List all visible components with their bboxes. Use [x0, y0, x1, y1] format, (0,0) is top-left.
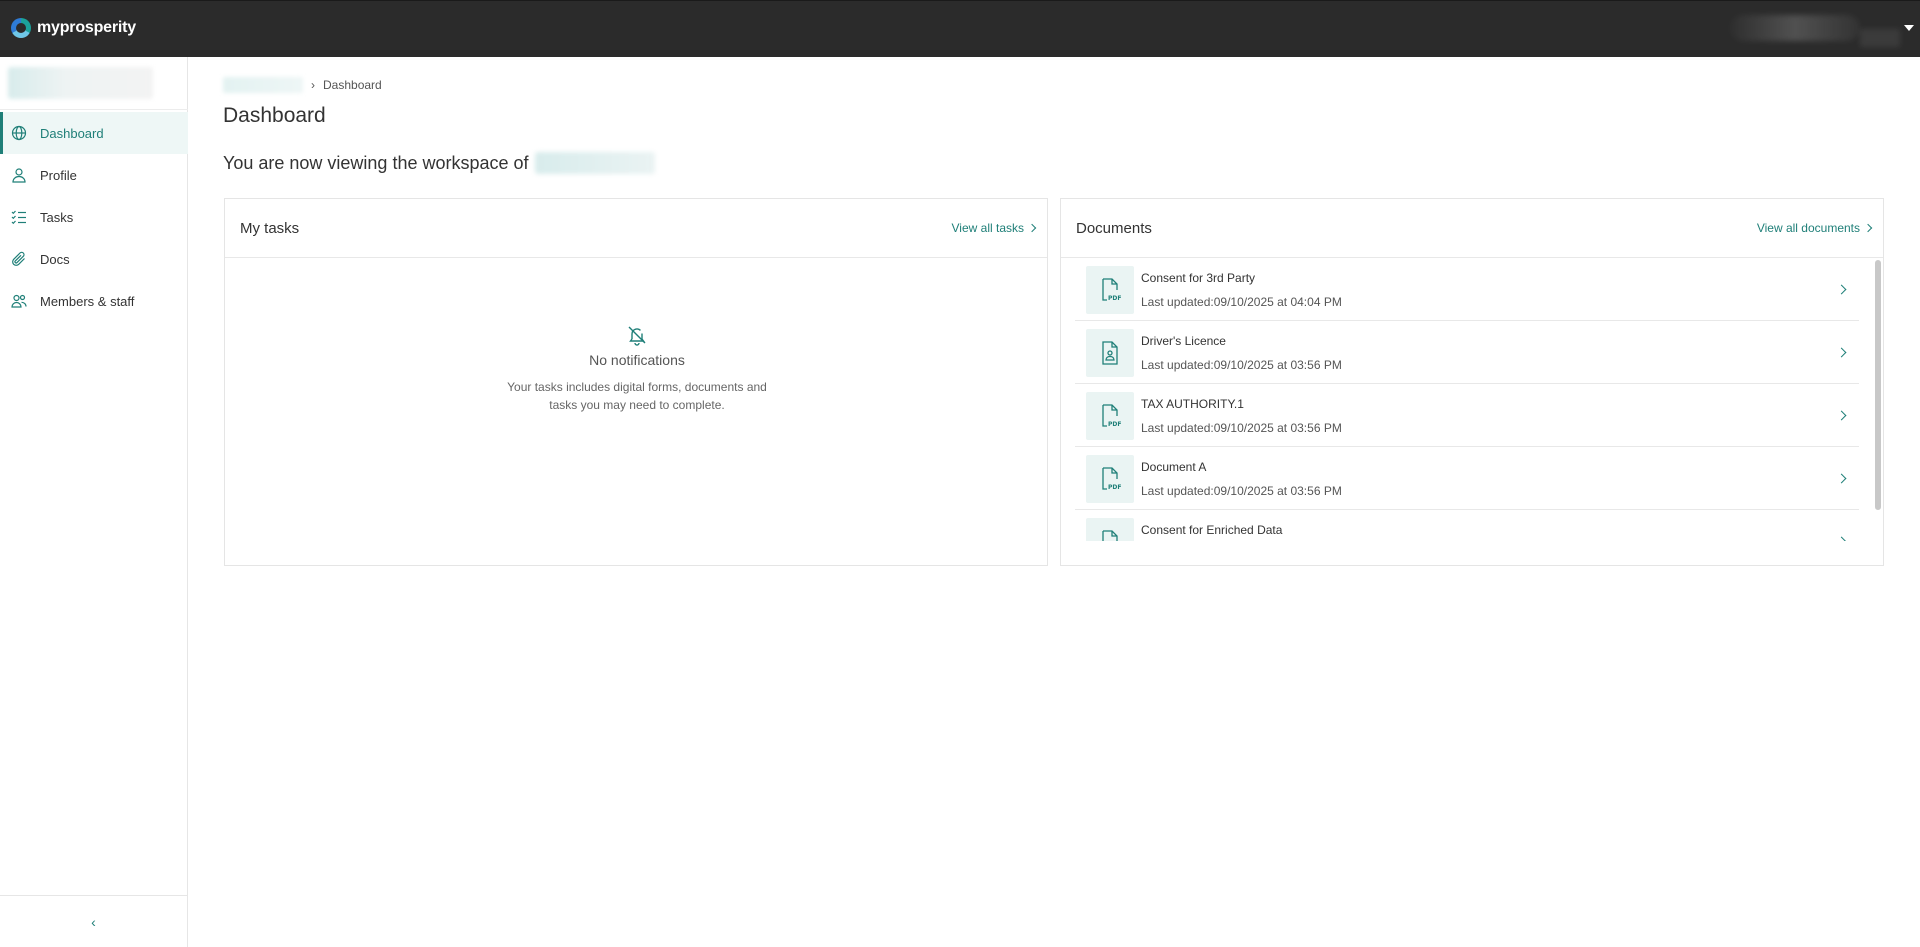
view-all-tasks-label: View all tasks — [951, 221, 1024, 235]
sidebar-item-label: Dashboard — [40, 125, 104, 141]
chevron-left-icon: ‹ — [91, 913, 96, 930]
users-icon — [11, 293, 27, 309]
document-name: Consent for Enriched Data — [1141, 523, 1283, 537]
chevron-right-icon — [1836, 536, 1847, 541]
view-all-tasks-link[interactable]: View all tasks — [951, 221, 1037, 235]
logo-icon — [11, 18, 31, 38]
main-content: › Dashboard Dashboard You are now viewin… — [188, 57, 1920, 947]
document-name: Consent for 3rd Party — [1141, 271, 1256, 285]
workspace-notice: You are now viewing the workspace of — [223, 152, 655, 174]
user-role-redacted — [1860, 29, 1900, 47]
document-name: TAX AUTHORITY.1 — [1141, 397, 1244, 411]
document-name: Document A — [1141, 460, 1207, 474]
svg-text:PDF: PDF — [1108, 421, 1121, 428]
workspace-switcher-redacted[interactable] — [8, 67, 153, 99]
documents-card-title: Documents — [1076, 219, 1152, 237]
sidebar-item-docs[interactable]: Docs — [0, 238, 188, 280]
document-updated: Last updated:09/10/2025 at 03:56 PM — [1141, 421, 1342, 435]
breadcrumb-workspace-redacted[interactable] — [223, 77, 303, 93]
tasks-card-title: My tasks — [240, 219, 300, 237]
tasks-empty-state: No notifications Your tasks includes dig… — [225, 324, 1049, 414]
svg-text:PDF: PDF — [1108, 484, 1121, 491]
sidebar: Dashboard Profile Tasks Docs Members & s… — [0, 57, 188, 947]
document-row[interactable]: PDF Document A Last updated:09/10/2025 a… — [1075, 447, 1859, 510]
document-row[interactable]: PDF Consent for 3rd Party Last updated:0… — [1075, 258, 1859, 321]
bell-off-icon — [626, 324, 648, 346]
tasks-card: My tasks View all tasks No notifications… — [224, 198, 1048, 566]
pdf-file-icon: PDF — [1086, 518, 1134, 541]
workspace-owner-redacted — [534, 152, 655, 174]
document-row[interactable]: PDF Consent for Enriched Data — [1075, 510, 1859, 541]
documents-card-header: Documents View all documents — [1061, 199, 1883, 258]
document-updated: Last updated:09/10/2025 at 03:56 PM — [1141, 358, 1342, 372]
breadcrumb: › Dashboard — [223, 77, 382, 93]
pdf-file-icon: PDF — [1086, 392, 1134, 440]
sidebar-item-tasks[interactable]: Tasks — [0, 196, 188, 238]
document-row[interactable]: PDF TAX AUTHORITY.1 Last updated:09/10/2… — [1075, 384, 1859, 447]
chevron-right-icon — [1836, 284, 1847, 295]
breadcrumb-current: Dashboard — [323, 78, 382, 92]
document-updated: Last updated:09/10/2025 at 03:56 PM — [1141, 484, 1342, 498]
globe-icon — [11, 125, 27, 141]
brand-logo[interactable]: myprosperity — [11, 18, 136, 38]
chevron-right-icon — [1836, 347, 1847, 358]
chevron-right-icon — [1027, 223, 1037, 233]
pdf-file-icon: PDF — [1086, 455, 1134, 503]
sidebar-item-dashboard[interactable]: Dashboard — [0, 112, 188, 154]
sidebar-item-members-staff[interactable]: Members & staff — [0, 280, 188, 322]
view-all-documents-link[interactable]: View all documents — [1756, 221, 1873, 235]
tasks-card-header: My tasks View all tasks — [225, 199, 1047, 258]
sidebar-nav: Dashboard Profile Tasks Docs Members & s… — [0, 112, 188, 322]
paperclip-icon — [11, 251, 27, 267]
pdf-file-icon: PDF — [1086, 266, 1134, 314]
empty-state-title: No notifications — [589, 352, 685, 368]
view-all-documents-label: View all documents — [1756, 221, 1860, 235]
sidebar-item-profile[interactable]: Profile — [0, 154, 188, 196]
chevron-right-icon — [1836, 473, 1847, 484]
sidebar-item-label: Profile — [40, 167, 77, 183]
brand-name: myprosperity — [37, 19, 136, 36]
breadcrumb-separator-icon: › — [311, 78, 315, 92]
collapse-sidebar-button[interactable]: ‹ — [0, 895, 187, 947]
documents-card: Documents View all documents PDF Consent… — [1060, 198, 1884, 566]
documents-scrollbar[interactable] — [1875, 260, 1881, 510]
chevron-right-icon — [1863, 223, 1873, 233]
sidebar-item-label: Members & staff — [40, 293, 135, 309]
user-icon — [11, 167, 27, 183]
checklist-icon — [11, 209, 27, 225]
document-name: Driver's Licence — [1141, 334, 1226, 348]
document-updated: Last updated:09/10/2025 at 04:04 PM — [1141, 295, 1342, 309]
empty-state-description: Your tasks includes digital forms, docum… — [507, 380, 767, 412]
user-menu-redacted[interactable] — [1730, 15, 1860, 41]
svg-text:PDF: PDF — [1108, 295, 1121, 302]
documents-list: PDF Consent for 3rd Party Last updated:0… — [1075, 258, 1859, 541]
divider — [0, 109, 188, 110]
chevron-right-icon — [1836, 410, 1847, 421]
caret-down-icon[interactable] — [1904, 25, 1914, 31]
page-title: Dashboard — [223, 104, 326, 127]
document-row[interactable]: Driver's Licence Last updated:09/10/2025… — [1075, 321, 1859, 384]
workspace-notice-text: You are now viewing the workspace of — [223, 152, 529, 173]
sidebar-item-label: Tasks — [40, 209, 74, 225]
top-bar: myprosperity — [0, 0, 1920, 57]
sidebar-item-label: Docs — [40, 251, 70, 267]
image-file-icon — [1086, 329, 1134, 377]
